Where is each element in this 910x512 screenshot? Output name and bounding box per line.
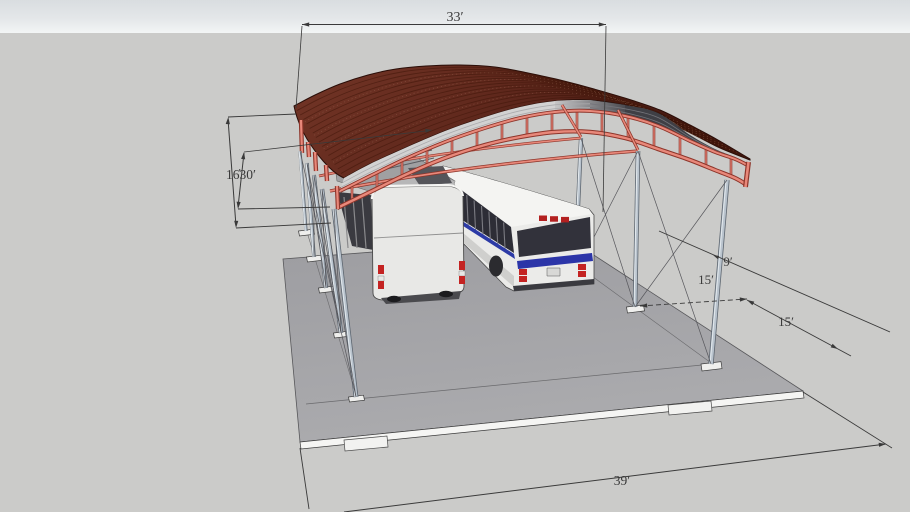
svg-text:39′: 39′ [614,473,631,488]
svg-text:15′: 15′ [698,272,714,287]
svg-text:9′: 9′ [723,254,733,269]
svg-text:15′: 15′ [778,314,794,329]
svg-text:33′: 33′ [446,10,463,25]
svg-text:1630′: 1630′ [226,167,256,182]
svg-text:′: ′ [239,167,241,179]
